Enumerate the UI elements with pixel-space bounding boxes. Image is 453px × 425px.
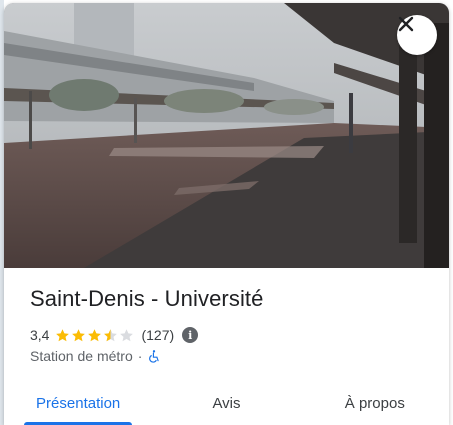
- category-row: Station de métro ·: [30, 348, 449, 364]
- star-full-icon: [72, 328, 86, 341]
- review-count[interactable]: (127): [141, 327, 174, 343]
- tab-presentation[interactable]: Présentation: [4, 378, 152, 425]
- tab-label: À propos: [344, 395, 405, 412]
- place-info: Saint-Denis - Université 3,4 (127) i Sta…: [4, 286, 449, 364]
- place-title: Saint-Denis - Université: [30, 286, 264, 311]
- tab-label: Avis: [212, 395, 241, 412]
- rating-value: 3,4: [30, 327, 50, 343]
- rating-row[interactable]: 3,4 (127) i: [30, 325, 449, 345]
- star-full-icon: [88, 328, 102, 341]
- star-full-icon: [56, 328, 70, 341]
- station-photo-illustration: [4, 3, 449, 268]
- place-category: Station de métro: [30, 348, 133, 364]
- wheelchair-accessible-icon[interactable]: [147, 349, 161, 363]
- tab-about[interactable]: À propos: [301, 378, 449, 425]
- place-photo[interactable]: [4, 3, 449, 268]
- star-rating: [55, 328, 135, 343]
- info-icon[interactable]: i: [182, 327, 199, 343]
- star-half-icon: [104, 328, 118, 341]
- tab-reviews[interactable]: Avis: [152, 378, 300, 425]
- close-icon: [398, 16, 414, 32]
- close-button[interactable]: [397, 15, 437, 55]
- star-empty-icon: [120, 328, 134, 341]
- separator: ·: [137, 348, 143, 364]
- place-tabs: Présentation Avis À propos: [4, 378, 449, 425]
- tab-label: Présentation: [36, 395, 121, 412]
- place-card: Saint-Denis - Université 3,4 (127) i Sta…: [4, 3, 449, 425]
